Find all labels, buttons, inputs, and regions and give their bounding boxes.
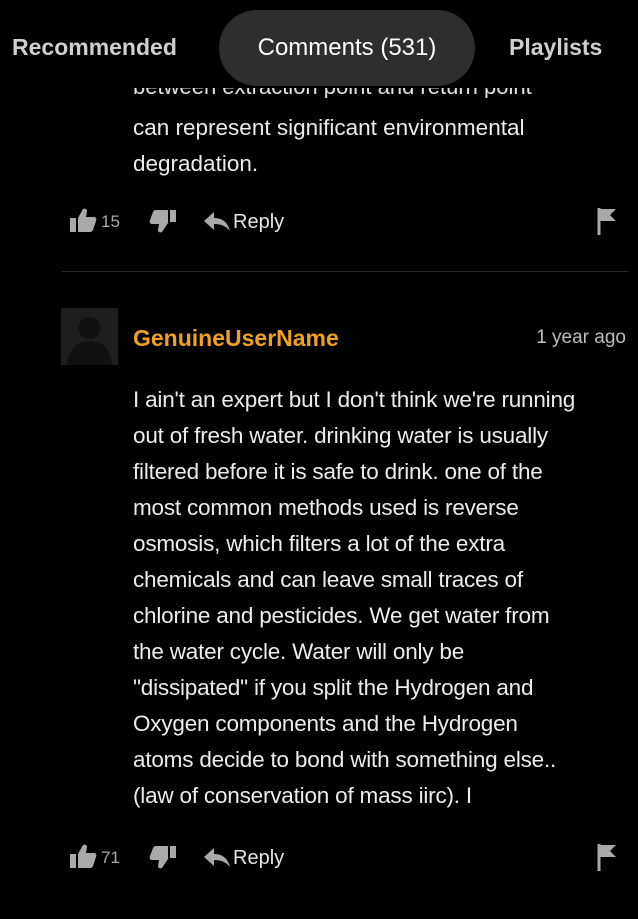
comment-partial-line: between extraction point and return poin… bbox=[133, 88, 593, 98]
flag-icon bbox=[597, 844, 616, 871]
thumbs-down-icon bbox=[149, 846, 176, 869]
like-count: 71 bbox=[101, 848, 120, 867]
thumbs-down-icon bbox=[149, 210, 176, 233]
reply-label: Reply bbox=[233, 847, 285, 869]
comment-text: I ain't an expert but I don't think we'r… bbox=[133, 387, 576, 808]
like-button[interactable] bbox=[68, 206, 98, 239]
comment-actions: 71 Reply bbox=[68, 838, 628, 878]
tab-comments-label: Comments (531) bbox=[257, 34, 437, 61]
reply-label: Reply bbox=[233, 211, 285, 233]
tab-bar: Recommended Comments (531) Playlists bbox=[0, 0, 638, 96]
tab-comments[interactable]: Comments (531) bbox=[219, 10, 475, 86]
flag-button[interactable] bbox=[596, 842, 618, 877]
comment-timestamp: 1 year ago bbox=[536, 327, 626, 348]
flag-icon bbox=[597, 208, 616, 235]
thumbs-up-icon bbox=[70, 208, 97, 232]
thumbs-up-icon bbox=[70, 844, 97, 868]
tab-recommended[interactable]: Recommended bbox=[12, 34, 177, 61]
tab-playlists[interactable]: Playlists bbox=[509, 34, 602, 61]
avatar[interactable] bbox=[61, 308, 118, 365]
comment-partial-text: between extraction point and return poin… bbox=[133, 88, 593, 98]
comment-text: can represent significant environmental … bbox=[133, 115, 525, 176]
username[interactable]: GenuineUserName bbox=[133, 325, 339, 352]
reply-arrow-icon bbox=[204, 212, 230, 231]
reply-arrow-icon bbox=[204, 848, 230, 867]
avatar-icon bbox=[61, 308, 118, 365]
like-count: 15 bbox=[101, 212, 120, 231]
flag-button[interactable] bbox=[596, 206, 618, 241]
dislike-button[interactable] bbox=[148, 208, 178, 241]
like-button[interactable] bbox=[68, 842, 98, 875]
comment-divider bbox=[62, 271, 628, 272]
comment-actions: 15 Reply bbox=[68, 202, 628, 242]
dislike-button[interactable] bbox=[148, 844, 178, 877]
